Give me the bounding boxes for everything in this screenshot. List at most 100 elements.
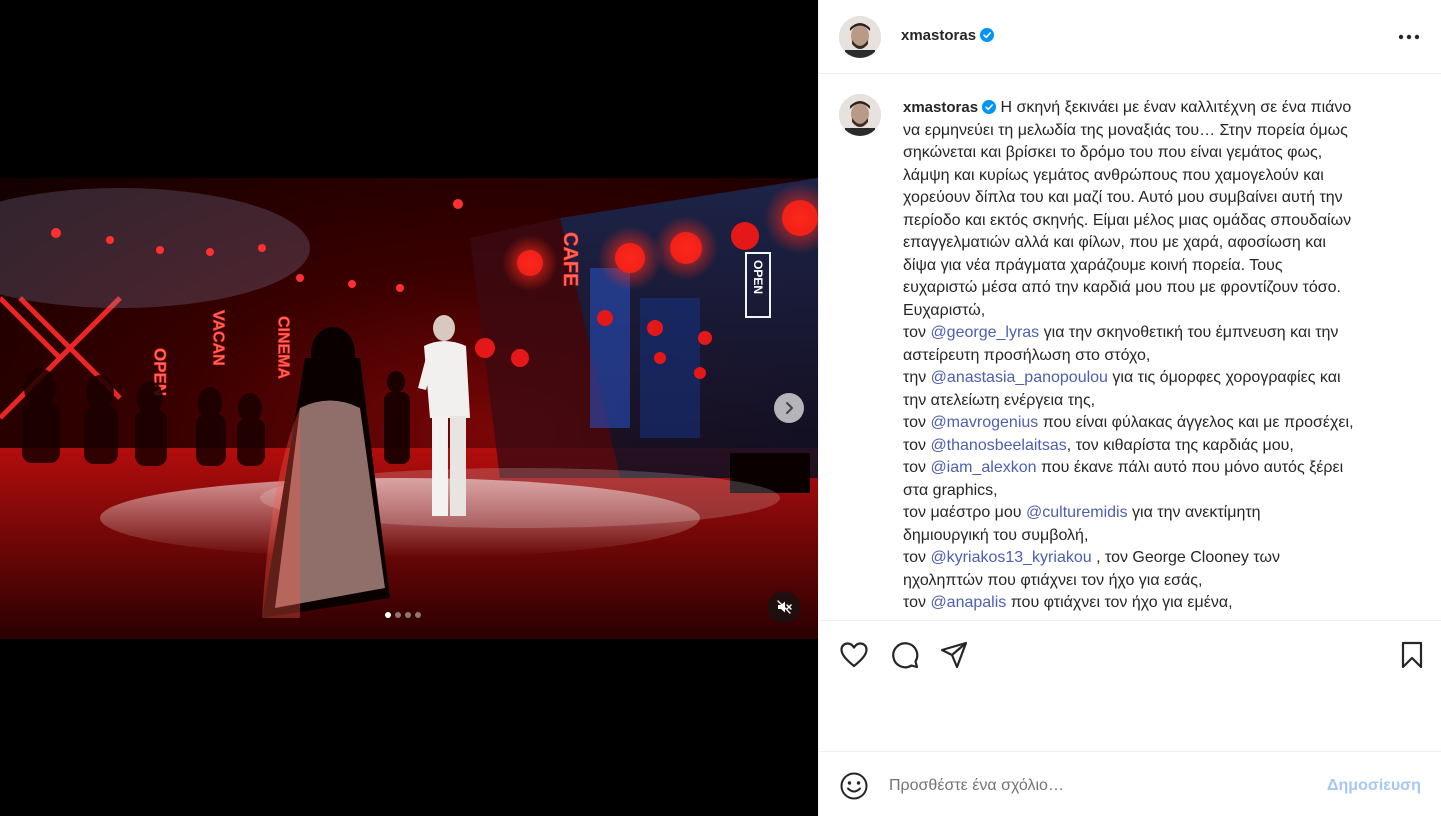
share-icon: [940, 641, 968, 669]
caption-text-segment: που φτιάχνει τον ήχο για εμένα,: [1006, 594, 1233, 611]
caption-text-segment: την ατελείωτη ενέργεια της,: [903, 391, 1096, 409]
caption-text-segment: που είναι φύλακας άγγελος και με προσέχε…: [1038, 414, 1354, 431]
heart-icon: [840, 642, 868, 668]
caption-text-segment: για την ανεκτίμητη: [1127, 504, 1261, 521]
mute-toggle-button[interactable]: [768, 591, 800, 623]
caption-text-segment: Ευχαριστώ,: [903, 301, 986, 319]
caption-section: xmastoras Η σκηνή ξεκινάει με έναν καλλι…: [819, 75, 1441, 620]
caption-text-segment: σηκώνεται και βρίσκει το δρόμο του που ε…: [903, 144, 1323, 161]
caption-text-segment: χορεύουν δίπλα του και μαζί του. Αυτό μο…: [903, 189, 1343, 206]
mention-link[interactable]: @thanosbeelaitsas: [930, 437, 1066, 454]
bookmark-icon: [1401, 641, 1423, 669]
post-comment-button[interactable]: Δημοσίευση: [1327, 777, 1421, 795]
author-username-text[interactable]: xmastoras: [901, 27, 976, 44]
caption-line: περίοδο και εκτός σκηνής. Είμαι μέλος μι…: [903, 210, 1415, 233]
carousel-indicator: [385, 612, 421, 618]
post-modal: OPEN VACAN CINEMA CAFE OPEN xmastoras xm…: [0, 0, 1441, 816]
more-options-button[interactable]: [1397, 26, 1421, 48]
caption-line: λάμψη και κυρίως γεμάτος ανθρώπους που χ…: [903, 165, 1415, 188]
caption-text-segment: για την σκηνοθετική του έμπνευση και την: [1039, 324, 1339, 341]
comment-input[interactable]: [889, 773, 1309, 799]
post-header: xmastoras: [819, 0, 1441, 74]
caption-text-segment: , τον κιθαρίστα της καρδιάς μου,: [1066, 436, 1294, 454]
caption-text-segment: για τις όμορφες χορογραφίες και: [1107, 369, 1341, 386]
neon-sign-vacan: VACAN: [210, 310, 227, 366]
post-details-pane: xmastoras xmastoras Η σκηνή ξεκινάει με …: [818, 0, 1441, 816]
comment-composer: Δημοσίευση: [819, 752, 1441, 816]
caption-line: τον @mavrogenius που είναι φύλακας άγγελ…: [903, 412, 1415, 435]
caption-line: δίψα για νέα πράγματα χαράζουμε κοινή πο…: [903, 255, 1415, 278]
caption-text-segment: τον: [903, 436, 931, 454]
emoji-icon: [840, 772, 868, 800]
caption-line: να ερμηνεύει τη μελωδία της μοναξιάς του…: [903, 120, 1415, 143]
caption-line: τον @thanosbeelaitsas, τον κιθαρίστα της…: [903, 435, 1415, 458]
caption-username[interactable]: xmastoras: [903, 99, 997, 116]
caption-text: xmastoras Η σκηνή ξεκινάει με έναν καλλι…: [903, 97, 1415, 615]
neon-sign-open-2: OPEN: [751, 260, 765, 294]
more-options-icon: [1398, 34, 1420, 40]
speaker-muted-icon: [777, 600, 792, 614]
action-bar: [819, 620, 1441, 752]
caption-text-segment: Η σκηνή ξεκινάει με έναν καλλιτέχνη σε έ…: [1000, 99, 1352, 116]
mention-link[interactable]: @anastasia_panopoulou: [931, 369, 1108, 386]
caption-line: δημιουργική του συμβολή,: [903, 525, 1415, 548]
caption-text-segment: που έκανε πάλι αυτό που μόνο αυτός ξέρει: [1036, 459, 1344, 476]
mention-link[interactable]: @george_lyras: [930, 324, 1039, 341]
caption-text-segment: λάμψη και κυρίως γεμάτος ανθρώπους που χ…: [903, 166, 1324, 184]
like-button[interactable]: [838, 639, 870, 671]
caption-text-segment: δημιουργική του συμβολή,: [903, 526, 1089, 544]
caption-line: ηχοληπτών που φτιάχνει τον ήχο για εσάς,: [903, 570, 1415, 593]
media-pane: OPEN VACAN CINEMA CAFE OPEN: [0, 0, 818, 816]
caption-line: τον μαέστρο μου @culturemidis για την αν…: [903, 502, 1415, 525]
caption-line: τον @anapalis που φτιάχνει τον ήχο για ε…: [903, 592, 1415, 615]
mention-link[interactable]: @mavrogenius: [930, 414, 1038, 431]
author-username[interactable]: xmastoras: [901, 27, 995, 44]
caption-text-segment: ηχοληπτών που φτιάχνει τον ήχο για εσάς,: [903, 571, 1203, 589]
caption-line: τον @george_lyras για την σκηνοθετική το…: [903, 322, 1415, 345]
caption-text-segment: αστείρευτη προσήλωση στο στόχο,: [903, 346, 1151, 364]
post-video[interactable]: OPEN VACAN CINEMA CAFE OPEN: [0, 178, 818, 639]
caption-line: στα graphics,: [903, 480, 1415, 503]
caption-line: την @anastasia_panopoulou για τις όμορφε…: [903, 367, 1415, 390]
neon-sign-cafe: CAFE: [559, 232, 581, 286]
caption-text-segment: τον: [903, 594, 931, 611]
comment-button[interactable]: [889, 639, 921, 671]
mention-link[interactable]: @culturemidis: [1026, 504, 1128, 521]
caption-username-text[interactable]: xmastoras: [903, 99, 978, 116]
save-button[interactable]: [1396, 639, 1428, 671]
caption-text-segment: τον: [903, 414, 931, 431]
caption-line: αστείρευτη προσήλωση στο στόχο,: [903, 345, 1415, 368]
comment-icon: [892, 642, 919, 669]
carousel-dot: [385, 612, 391, 618]
caption-line: σηκώνεται και βρίσκει το δρόμο του που ε…: [903, 142, 1415, 165]
mention-link[interactable]: @iam_alexkon: [930, 459, 1036, 476]
caption-line: χορεύουν δίπλα του και μαζί του. Αυτό μο…: [903, 187, 1415, 210]
caption-line: ευχαριστώ μέσα από την καρδιά μου που με…: [903, 277, 1415, 300]
carousel-dot: [405, 612, 411, 618]
caption-text-segment: την: [903, 369, 931, 386]
caption-line: την ατελείωτη ενέργεια της,: [903, 390, 1415, 413]
author-avatar[interactable]: [839, 16, 881, 58]
verified-badge-icon: [982, 100, 997, 114]
caption-text-segment: τον μαέστρο μου: [903, 504, 1026, 521]
caption-text-segment: τον: [903, 549, 931, 566]
next-slide-button[interactable]: [774, 393, 804, 423]
caption-text-segment: δίψα για νέα πράγματα χαράζουμε κοινή πο…: [903, 256, 1283, 274]
carousel-dot: [415, 612, 421, 618]
caption-text-segment: τον: [903, 324, 931, 341]
caption-text-segment: περίοδο και εκτός σκηνής. Είμαι μέλος μι…: [903, 211, 1352, 229]
verified-badge-icon: [980, 28, 995, 42]
caption-text-segment: ευχαριστώ μέσα από την καρδιά μου που με…: [903, 279, 1341, 296]
carousel-dot: [395, 612, 401, 618]
mention-link[interactable]: @anapalis: [930, 594, 1006, 611]
caption-author-avatar[interactable]: [839, 94, 881, 136]
caption-line: xmastoras Η σκηνή ξεκινάει με έναν καλλι…: [903, 97, 1415, 120]
caption-text-segment: , τον George Clooney των: [1091, 549, 1280, 566]
avatar-image: [839, 16, 881, 58]
caption-text-segment: επαγγελματιών αλλά και φίλων, που με χαρ…: [903, 234, 1326, 251]
mention-link[interactable]: @kyriakos13_kyriakou: [930, 549, 1091, 566]
caption-text-segment: τον: [903, 459, 931, 476]
share-button[interactable]: [938, 639, 970, 671]
caption-text-segment: στα graphics,: [903, 481, 998, 499]
emoji-button[interactable]: [839, 771, 869, 801]
